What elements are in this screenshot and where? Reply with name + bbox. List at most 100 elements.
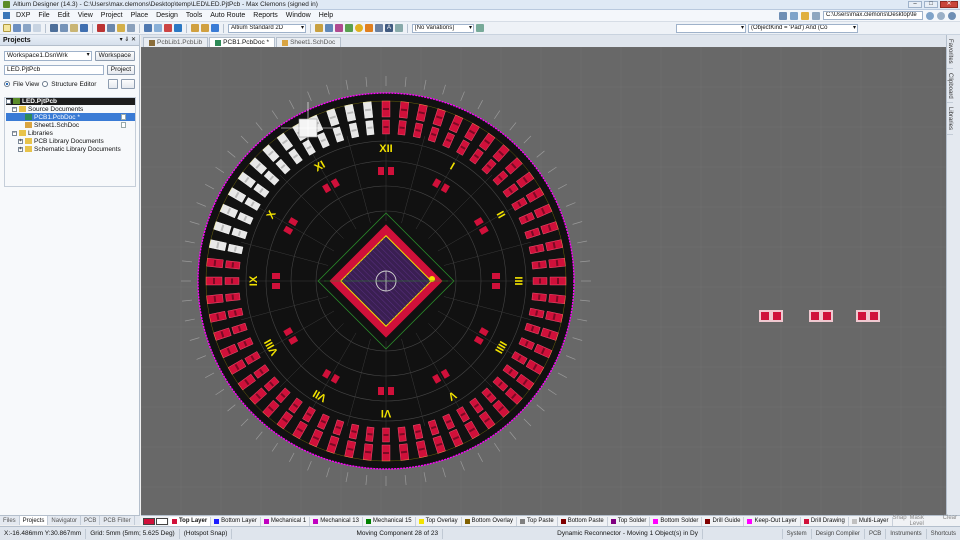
layer-set-icon[interactable] <box>155 517 168 525</box>
place-via-icon[interactable] <box>345 24 353 32</box>
close-button[interactable]: ✕ <box>940 1 958 8</box>
current-layer-swatch[interactable] <box>143 517 155 525</box>
tree-item[interactable]: − LED.PjtPcb <box>6 97 136 105</box>
led-component[interactable] <box>549 276 567 286</box>
tree-item[interactable]: − Libraries <box>6 129 136 137</box>
pcb-canvas[interactable]: XII I II III IIII V VI VII VIII IX X XI <box>141 47 946 515</box>
led-component[interactable] <box>382 119 390 135</box>
tree-item[interactable]: + Schematic Library Documents <box>6 145 136 153</box>
cross-probe-icon[interactable] <box>211 24 219 32</box>
structure-editor-radio[interactable] <box>42 81 49 87</box>
file-view-radio[interactable] <box>4 81 10 87</box>
menu-place[interactable]: Place <box>127 12 153 19</box>
unplaced-led-component[interactable] <box>856 310 880 322</box>
led-component[interactable] <box>398 443 410 461</box>
menu-design[interactable]: Design <box>152 12 182 19</box>
layer-tab[interactable]: Top Paste <box>517 516 558 526</box>
led-component[interactable] <box>224 277 240 285</box>
layer-tab[interactable]: Bottom Overlay <box>462 516 517 526</box>
redo-icon[interactable] <box>201 24 209 32</box>
options-dropdown-icon[interactable] <box>121 79 135 89</box>
led-component[interactable] <box>382 427 390 443</box>
clear-icon[interactable] <box>174 24 182 32</box>
interactive-route-icon[interactable] <box>315 24 323 32</box>
collapse-icon[interactable]: − <box>12 106 17 112</box>
layer-tab[interactable]: Top Layer <box>168 516 212 526</box>
workspace-select[interactable]: Workspace1.DsnWrk <box>4 51 92 61</box>
status-panel-pcb[interactable]: PCB <box>863 528 885 539</box>
led-component[interactable] <box>398 101 410 119</box>
cut-icon[interactable] <box>97 24 105 32</box>
led-component[interactable] <box>397 120 407 136</box>
status-panel-shortcuts[interactable]: Shortcuts <box>925 528 960 539</box>
filter-select-left[interactable] <box>676 23 746 33</box>
place-string-icon[interactable]: A <box>385 24 393 32</box>
status-panel-design-compiler[interactable]: Design Compiler <box>810 528 864 539</box>
open-folder-icon[interactable] <box>801 11 809 20</box>
menu-help[interactable]: Help <box>315 12 337 19</box>
move-icon[interactable] <box>154 24 162 32</box>
document-tab[interactable]: Sheet1.SchDoc <box>276 37 342 47</box>
place-polygon-icon[interactable] <box>375 24 383 32</box>
browse-icon[interactable] <box>80 24 88 32</box>
variant-icon[interactable] <box>476 24 484 32</box>
rubber-stamp-icon[interactable] <box>127 24 135 32</box>
project-field[interactable]: LED.PjtPcb <box>4 65 104 75</box>
led-component[interactable] <box>362 443 374 461</box>
view-config-select[interactable]: Altium Standard 2D <box>228 23 306 33</box>
led-component[interactable] <box>532 277 548 285</box>
layer-tab[interactable]: Bottom Solder <box>650 516 703 526</box>
panel-controls[interactable]: ▾ ⇓ ✕ <box>120 35 136 46</box>
tree-item[interactable]: PCB1.PcbDoc * <box>6 113 136 121</box>
led-component[interactable] <box>225 260 241 270</box>
led-component[interactable] <box>365 426 375 442</box>
led-component[interactable] <box>381 100 391 118</box>
document-tab[interactable]: PcbLib1.PcbLib <box>143 37 209 47</box>
menu-auto-route[interactable]: Auto Route <box>206 12 249 19</box>
place-pad-icon[interactable] <box>335 24 343 32</box>
led-component[interactable] <box>205 276 223 286</box>
layer-tab[interactable]: Drill Guide <box>702 516 745 526</box>
menu-window[interactable]: Window <box>282 12 315 19</box>
tree-item[interactable]: Sheet1.SchDoc <box>6 121 136 129</box>
diff-pair-icon[interactable] <box>325 24 333 32</box>
led-component[interactable] <box>548 293 566 305</box>
workspace-button[interactable]: Workspace <box>94 51 135 61</box>
layer-tab[interactable]: Top Overlay <box>416 516 462 526</box>
panel-tab-projects[interactable]: Projects <box>19 516 49 525</box>
zoom-fit-icon[interactable] <box>50 24 58 32</box>
layer-tab[interactable]: Bottom Layer <box>211 516 261 526</box>
menu-project[interactable]: Project <box>97 12 127 19</box>
layer-tab[interactable]: Keep-Out Layer <box>744 516 801 526</box>
print-preview-icon[interactable] <box>33 24 41 32</box>
wire-icon[interactable] <box>779 11 787 20</box>
collapse-icon[interactable]: − <box>12 130 17 136</box>
menu-view[interactable]: View <box>74 12 97 19</box>
menu-file[interactable]: File <box>34 12 53 19</box>
tree-item[interactable]: − Source Documents <box>6 105 136 113</box>
menu-dxp[interactable]: DXP <box>12 12 34 19</box>
led-component[interactable] <box>362 101 374 119</box>
status-panel-instruments[interactable]: Instruments <box>885 528 925 539</box>
tree-item[interactable]: + PCB Library Documents <box>6 137 136 145</box>
layer-tab[interactable]: Bottom Paste <box>558 516 608 526</box>
layout-icon[interactable] <box>812 11 820 20</box>
print-icon[interactable] <box>23 24 31 32</box>
filter-expression-field[interactable]: (ObjectKind = 'Pad') And (Co <box>748 23 858 33</box>
led-component[interactable] <box>397 426 407 442</box>
unplaced-led-component[interactable] <box>759 310 783 322</box>
layer-tab[interactable]: Mechanical 1 <box>261 516 311 526</box>
status-panel-system[interactable]: System <box>781 528 811 539</box>
refresh-icon[interactable] <box>108 79 118 89</box>
layer-tab[interactable]: Multi-Layer <box>849 516 893 526</box>
side-panel-tab-clipboard[interactable]: Clipboard <box>947 69 953 104</box>
panel-tab-pcb-filter[interactable]: PCB Filter <box>100 516 135 525</box>
open-icon[interactable] <box>3 24 11 32</box>
layer-tab[interactable]: Top Solder <box>608 516 651 526</box>
collapse-icon[interactable]: − <box>6 98 11 104</box>
document-path-field[interactable]: C:\Users\max.clemons\Desktop\te <box>823 11 923 20</box>
back-icon[interactable] <box>926 11 934 20</box>
home-icon[interactable] <box>948 11 956 20</box>
menu-tools[interactable]: Tools <box>182 12 206 19</box>
deselect-icon[interactable] <box>164 24 172 32</box>
